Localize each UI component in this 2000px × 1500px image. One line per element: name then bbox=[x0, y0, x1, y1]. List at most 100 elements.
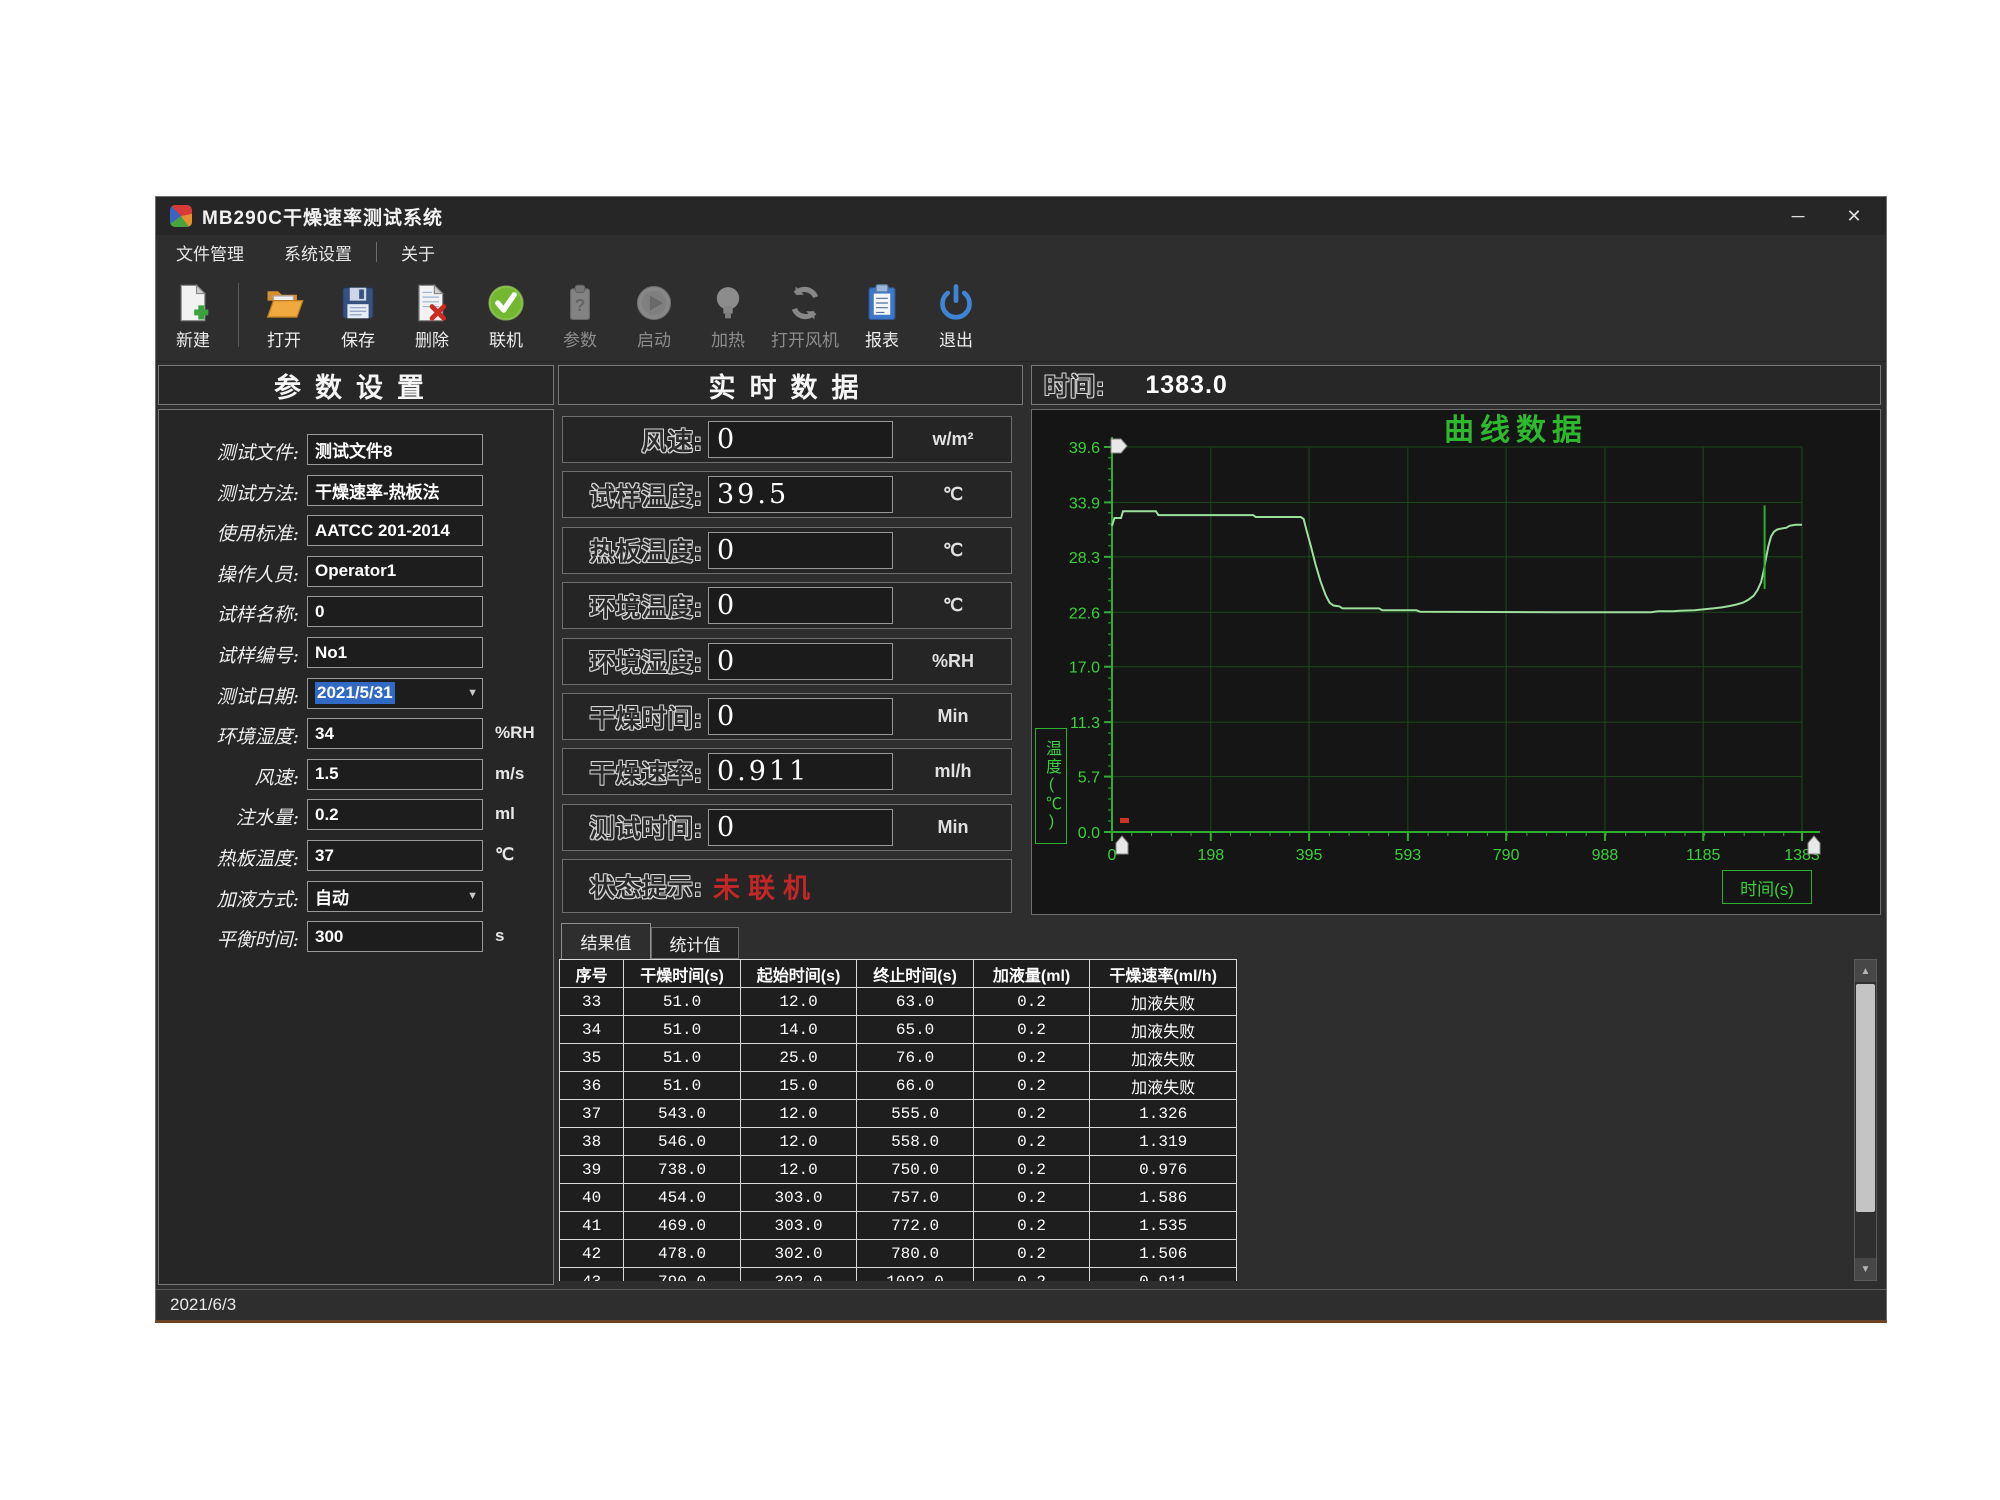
x-axis-right-slider-handle[interactable] bbox=[1808, 836, 1820, 854]
toolbar-separator bbox=[238, 283, 239, 347]
tab-result-values[interactable]: 结果值 bbox=[561, 923, 651, 959]
params-panel-header: 参数设置 bbox=[158, 365, 554, 405]
sample-name-input[interactable]: 0 bbox=[307, 596, 483, 627]
standard-input[interactable]: AATCC 201-2014 bbox=[307, 515, 483, 546]
test-date-input[interactable]: 2021/5/31▼ bbox=[307, 678, 483, 709]
water-volume-row: 注水量:0.2ml bbox=[159, 799, 553, 833]
x-axis-left-slider-handle[interactable] bbox=[1116, 836, 1128, 854]
test-date-dropdown-arrow-icon[interactable]: ▼ bbox=[467, 687, 478, 699]
ambient-temp-realtime-unit: ℃ bbox=[901, 583, 1005, 628]
new-button-label: 新建 bbox=[176, 326, 210, 351]
operator-input[interactable]: Operator1 bbox=[307, 556, 483, 587]
balance-time-input[interactable]: 300 bbox=[307, 921, 483, 952]
ambient-temp-realtime-label: 环境温度: bbox=[590, 588, 703, 624]
menu-system-settings[interactable]: 系统设置 bbox=[264, 235, 372, 269]
hotplate-temp-input[interactable]: 37 bbox=[307, 840, 483, 871]
ambient-humidity-input[interactable]: 34 bbox=[307, 718, 483, 749]
toolbar: 新建打开保存删除联机?参数启动加热打开风机报表退出 bbox=[156, 269, 1886, 362]
exit-button[interactable]: 退出 bbox=[919, 272, 993, 358]
save-button-label: 保存 bbox=[341, 326, 375, 351]
test-method-row: 测试方法:干燥速率-热板法 bbox=[159, 475, 553, 509]
table-scrollbar[interactable]: ▲ ▼ bbox=[1854, 959, 1877, 1281]
wind-speed-input[interactable]: 1.5 bbox=[307, 759, 483, 790]
table-row[interactable]: 3551.025.076.00.2加液失败 bbox=[560, 1044, 1237, 1072]
y-tick-label: 11.3 bbox=[1070, 715, 1100, 732]
table-cell: 780.0 bbox=[857, 1240, 974, 1268]
menu-about[interactable]: 关于 bbox=[381, 235, 455, 269]
water-volume-input[interactable]: 0.2 bbox=[307, 799, 483, 830]
connect-button[interactable]: 联机 bbox=[469, 272, 543, 358]
test-file-input[interactable]: 测试文件8 bbox=[307, 434, 483, 465]
drying-rate-realtime-unit: ml/h bbox=[901, 749, 1005, 794]
page-background: MB290C干燥速率测试系统 ─ ✕ 文件管理 系统设置 关于 新建打开保存删除… bbox=[0, 0, 2000, 1500]
table-cell: 772.0 bbox=[857, 1212, 974, 1240]
liquid-mode-value: 自动 bbox=[315, 884, 349, 909]
table-cell: 303.0 bbox=[740, 1212, 857, 1240]
report-button-label: 报表 bbox=[865, 326, 899, 351]
results-table-wrap: 序号干燥时间(s)起始时间(s)终止时间(s)加液量(ml)干燥速率(ml/h)… bbox=[559, 959, 1239, 1281]
chart-title: 曲线数据 bbox=[1444, 413, 1588, 448]
status-label-wrap: 状态提示: bbox=[563, 860, 703, 912]
table-row[interactable]: 41469.0303.0772.00.21.535 bbox=[560, 1212, 1237, 1240]
test-time-realtime-value-box: 0 bbox=[708, 809, 893, 846]
drying-time-realtime-label: 干燥时间: bbox=[590, 699, 703, 735]
open-button[interactable]: 打开 bbox=[247, 272, 321, 358]
menu-file-management[interactable]: 文件管理 bbox=[156, 235, 264, 269]
scroll-down-arrow-icon[interactable]: ▼ bbox=[1855, 1258, 1876, 1280]
test-file-value: 测试文件8 bbox=[315, 437, 392, 462]
sample-no-row: 试样编号:No1 bbox=[159, 637, 553, 671]
green-check-icon bbox=[486, 279, 526, 323]
table-row[interactable]: 42478.0302.0780.00.21.506 bbox=[560, 1240, 1237, 1268]
test-method-value: 干燥速率-热板法 bbox=[315, 478, 440, 503]
operator-row: 操作人员:Operator1 bbox=[159, 556, 553, 590]
table-row[interactable]: 3451.014.065.00.2加液失败 bbox=[560, 1016, 1237, 1044]
tab-statistics[interactable]: 统计值 bbox=[651, 927, 739, 959]
table-row[interactable]: 39738.012.0750.00.20.976 bbox=[560, 1156, 1237, 1184]
table-row[interactable]: 43790.0302.01092.00.20.911 bbox=[560, 1268, 1237, 1282]
sample-no-input[interactable]: No1 bbox=[307, 637, 483, 668]
table-cell: 12.0 bbox=[740, 988, 857, 1016]
hotplate-temp-realtime-row: 热板温度:0℃ bbox=[562, 527, 1012, 574]
x-tick-label: 198 bbox=[1197, 847, 1224, 864]
table-cell: 42 bbox=[560, 1240, 624, 1268]
test-time-realtime-label-wrap: 测试时间: bbox=[563, 805, 703, 850]
report-button[interactable]: 报表 bbox=[845, 272, 919, 358]
table-cell: 12.0 bbox=[740, 1156, 857, 1184]
ambient-humidity-row: 环境湿度:34%RH bbox=[159, 718, 553, 752]
table-cell: 1.535 bbox=[1090, 1212, 1237, 1240]
scrollbar-thumb[interactable] bbox=[1856, 984, 1875, 1212]
save-button[interactable]: 保存 bbox=[321, 272, 395, 358]
table-cell: 0.2 bbox=[973, 1100, 1090, 1128]
wind-speed-realtime-label-wrap: 风速: bbox=[563, 417, 703, 462]
table-row[interactable]: 3351.012.063.00.2加液失败 bbox=[560, 988, 1237, 1016]
chart-area: 39.633.928.322.617.011.35.70.00198395593… bbox=[1031, 409, 1881, 915]
hotplate-temp-row: 热板温度:37℃ bbox=[159, 840, 553, 874]
scroll-up-arrow-icon[interactable]: ▲ bbox=[1855, 960, 1876, 982]
table-row[interactable]: 3651.015.066.00.2加液失败 bbox=[560, 1072, 1237, 1100]
ambient-humidity-realtime-value-box: 0 bbox=[708, 643, 893, 680]
test-time-realtime-value: 0 bbox=[717, 812, 737, 843]
chart-header: 时间: 1383.0 bbox=[1031, 365, 1881, 405]
sample-temp-realtime-unit: ℃ bbox=[901, 472, 1005, 517]
y-tick-label: 33.9 bbox=[1069, 495, 1100, 512]
table-row[interactable]: 37543.012.0555.00.21.326 bbox=[560, 1100, 1237, 1128]
delete-button[interactable]: 删除 bbox=[395, 272, 469, 358]
table-row[interactable]: 40454.0303.0757.00.21.586 bbox=[560, 1184, 1237, 1212]
liquid-mode-input[interactable]: 自动 ▼ bbox=[307, 881, 483, 912]
test-method-input[interactable]: 干燥速率-热板法 bbox=[307, 475, 483, 506]
time-value: 1383.0 bbox=[1145, 371, 1227, 400]
open-folder-icon bbox=[264, 279, 304, 323]
close-button[interactable]: ✕ bbox=[1828, 197, 1880, 235]
x-tick-label: 0 bbox=[1108, 847, 1117, 864]
y-axis-slider-handle[interactable] bbox=[1111, 439, 1127, 453]
minimize-button[interactable]: ─ bbox=[1772, 197, 1824, 235]
table-cell: 0.2 bbox=[973, 1268, 1090, 1282]
y-tick-label: 17.0 bbox=[1069, 660, 1100, 677]
heat-button: 加热 bbox=[691, 272, 765, 358]
start-button: 启动 bbox=[617, 272, 691, 358]
table-cell: 757.0 bbox=[857, 1184, 974, 1212]
table-row[interactable]: 38546.012.0558.00.21.319 bbox=[560, 1128, 1237, 1156]
liquid-mode-dropdown-arrow-icon[interactable]: ▼ bbox=[467, 890, 478, 902]
realtime-panel-title: 实时数据 bbox=[709, 366, 873, 405]
new-button[interactable]: 新建 bbox=[156, 272, 230, 358]
